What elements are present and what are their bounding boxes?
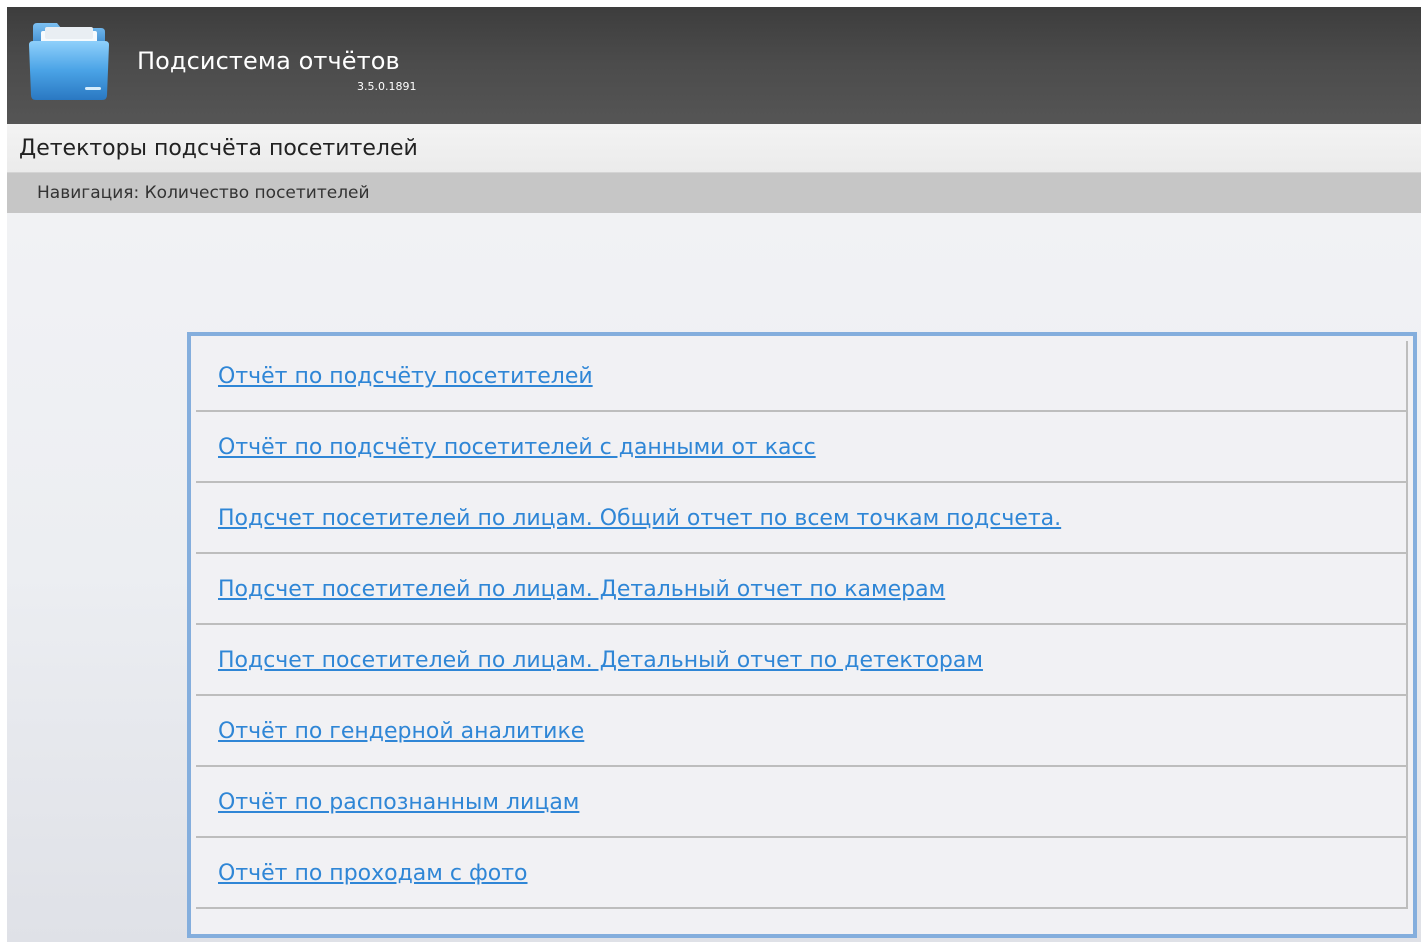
report-link-visitor-count-cash[interactable]: Отчёт по подсчёту посетителей с данными … — [218, 435, 816, 460]
report-item: Отчёт по проходам с фото — [196, 838, 1408, 909]
report-link-face-count-detectors[interactable]: Подсчет посетителей по лицам. Детальный … — [218, 648, 983, 673]
app-window: Подсистема отчётов 3.5.0.1891 Детекторы … — [7, 7, 1421, 942]
report-item: Подсчет посетителей по лицам. Детальный … — [196, 554, 1408, 625]
report-list: Отчёт по подсчёту посетителей Отчёт по п… — [196, 341, 1408, 909]
section-bar: Детекторы подсчёта посетителей — [7, 124, 1421, 173]
report-item: Подсчет посетителей по лицам. Общий отче… — [196, 483, 1408, 554]
breadcrumb: Навигация: Количество посетителей — [7, 173, 1421, 213]
report-item: Подсчет посетителей по лицам. Детальный … — [196, 625, 1408, 696]
breadcrumb-text: Навигация: Количество посетителей — [37, 183, 370, 203]
app-header: Подсистема отчётов 3.5.0.1891 — [7, 7, 1421, 124]
report-list-panel: Отчёт по подсчёту посетителей Отчёт по п… — [187, 332, 1417, 938]
app-title: Подсистема отчётов — [137, 47, 400, 75]
app-version: 3.5.0.1891 — [357, 80, 417, 93]
report-link-passages-photo[interactable]: Отчёт по проходам с фото — [218, 861, 528, 886]
folder-icon — [29, 23, 109, 100]
report-link-face-count-cameras[interactable]: Подсчет посетителей по лицам. Детальный … — [218, 577, 945, 602]
report-item: Отчёт по подсчёту посетителей с данными … — [196, 412, 1408, 483]
report-link-gender-analytics[interactable]: Отчёт по гендерной аналитике — [218, 719, 584, 744]
report-link-face-count-summary[interactable]: Подсчет посетителей по лицам. Общий отче… — [218, 506, 1061, 531]
report-item: Отчёт по распознанным лицам — [196, 767, 1408, 838]
report-item: Отчёт по гендерной аналитике — [196, 696, 1408, 767]
report-item: Отчёт по подсчёту посетителей — [196, 341, 1408, 412]
report-link-visitor-count[interactable]: Отчёт по подсчёту посетителей — [218, 364, 593, 389]
report-link-recognized-faces[interactable]: Отчёт по распознанным лицам — [218, 790, 579, 815]
section-title: Детекторы подсчёта посетителей — [19, 136, 418, 161]
